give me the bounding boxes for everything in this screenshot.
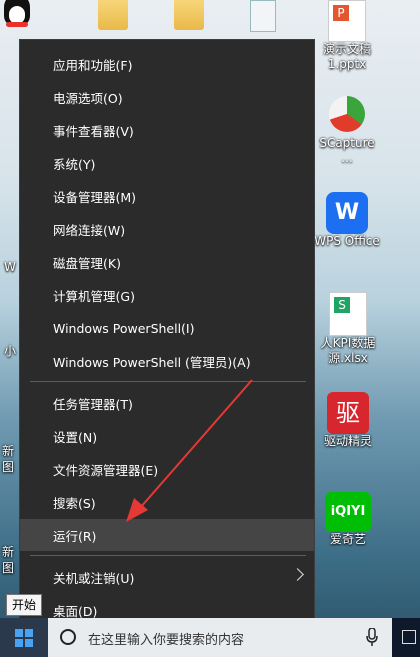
menu-item-system[interactable]: 系统(Y) (20, 147, 314, 179)
desktop-label-fragment: 新 (2, 444, 15, 458)
desktop-icon-drivergenius[interactable]: 驱 驱动精灵 (310, 392, 386, 449)
menu-item-label: 任务管理器(T) (53, 396, 133, 412)
desktop-icon-label: 1.pptx (327, 57, 367, 71)
menu-separator (30, 381, 306, 382)
winx-context-menu: 应用和功能(F) 电源选项(O) 事件查看器(V) 系统(Y) 设备管理器(M)… (19, 39, 315, 633)
start-tooltip: 开始 (6, 594, 43, 616)
menu-item-shutdown-signout[interactable]: 关机或注销(U) (20, 561, 314, 593)
microphone-icon[interactable] (366, 628, 378, 646)
pptx-file-icon: P (328, 0, 366, 42)
menu-item-label: 文件资源管理器(E) (53, 462, 159, 478)
menu-item-label: 计算机管理(G) (53, 288, 135, 304)
desktop-icon-scapture[interactable]: SCapture ... (312, 92, 382, 166)
menu-item-apps-features[interactable]: 应用和功能(F) (20, 48, 314, 80)
desktop-icon-wps[interactable]: W WPS Office (308, 192, 386, 249)
menu-item-powershell-admin[interactable]: Windows PowerShell (管理员)(A) (20, 345, 314, 377)
folder-icon[interactable] (98, 0, 128, 30)
menu-item-label: 磁盘管理(K) (53, 255, 121, 271)
desktop-icon-label: 爱奇艺 (329, 532, 366, 546)
menu-item-label: 事件查看器(V) (53, 123, 134, 139)
menu-item-disk-management[interactable]: 磁盘管理(K) (20, 246, 314, 278)
menu-item-label: 应用和功能(F) (53, 57, 133, 73)
desktop-icon-label: 人KPI数据 (320, 336, 376, 350)
menu-item-label: 运行(R) (53, 528, 97, 544)
menu-item-run[interactable]: 运行(R) (20, 519, 314, 551)
desktop-icon-label: ... (341, 151, 353, 165)
menu-item-label: 设备管理器(M) (53, 189, 137, 205)
wps-icon: W (326, 192, 368, 234)
scapture-icon (325, 92, 369, 136)
desktop-icon-iqiyi[interactable]: iQIYI 爱奇艺 (310, 492, 386, 547)
desktop-label-fragment: 图 (2, 460, 15, 474)
taskbar: 在这里输入你要搜索的内容 (0, 618, 420, 657)
menu-item-label: 系统(Y) (53, 156, 96, 172)
menu-item-label: Windows PowerShell(I) (53, 320, 195, 336)
folder-icon[interactable] (174, 0, 204, 30)
search-placeholder: 在这里输入你要搜索的内容 (88, 633, 245, 648)
document-icon[interactable] (250, 0, 276, 32)
menu-separator (30, 555, 306, 556)
menu-item-label: 搜索(S) (53, 495, 96, 511)
desktop-icon-label: SCapture (319, 136, 375, 150)
desktop-label-fragment: W (4, 260, 16, 274)
menu-item-label: 网络连接(W) (53, 222, 126, 238)
start-button[interactable] (0, 618, 48, 657)
drivergenius-icon: 驱 (327, 392, 369, 434)
menu-item-label: 电源选项(O) (53, 90, 123, 106)
menu-item-device-manager[interactable]: 设备管理器(M) (20, 180, 314, 212)
menu-item-label: Windows PowerShell (管理员)(A) (53, 354, 251, 370)
menu-item-event-viewer[interactable]: 事件查看器(V) (20, 114, 314, 146)
desktop-icon-label: 源.xlsx (328, 351, 368, 365)
desktop-icon-label: 驱动精灵 (323, 434, 372, 448)
chevron-right-icon (291, 568, 304, 581)
search-icon (60, 629, 76, 645)
menu-item-computer-management[interactable]: 计算机管理(G) (20, 279, 314, 311)
desktop-label-fragment: 小 (4, 344, 17, 358)
taskbar-search-box[interactable]: 在这里输入你要搜索的内容 (48, 618, 392, 657)
menu-item-power-options[interactable]: 电源选项(O) (20, 81, 314, 113)
desktop-icon-pptx[interactable]: P 演示文稿 1.pptx (312, 0, 382, 72)
menu-item-task-manager[interactable]: 任务管理器(T) (20, 387, 314, 419)
desktop-icon-label: WPS Office (314, 234, 380, 248)
desktop-label-fragment: 图 (2, 561, 15, 575)
desktop-label-fragment: 新 (2, 545, 15, 559)
menu-item-label: 设置(N) (53, 429, 98, 445)
menu-item-settings[interactable]: 设置(N) (20, 420, 314, 452)
windows-logo-icon (15, 628, 33, 647)
menu-item-label: 关机或注销(U) (53, 570, 135, 586)
menu-item-search[interactable]: 搜索(S) (20, 486, 314, 518)
menu-item-powershell[interactable]: Windows PowerShell(I) (20, 312, 314, 344)
desktop-icon-xlsx[interactable]: S 人KPI数据 源.xlsx (310, 292, 386, 366)
xlsx-file-icon: S (329, 292, 367, 336)
qq-icon[interactable] (0, 0, 34, 34)
task-view-icon[interactable] (402, 630, 416, 644)
iqiyi-icon: iQIYI (325, 492, 371, 532)
desktop-icon-label: 演示文稿 (322, 42, 371, 56)
menu-item-network-connections[interactable]: 网络连接(W) (20, 213, 314, 245)
menu-item-file-explorer[interactable]: 文件资源管理器(E) (20, 453, 314, 485)
